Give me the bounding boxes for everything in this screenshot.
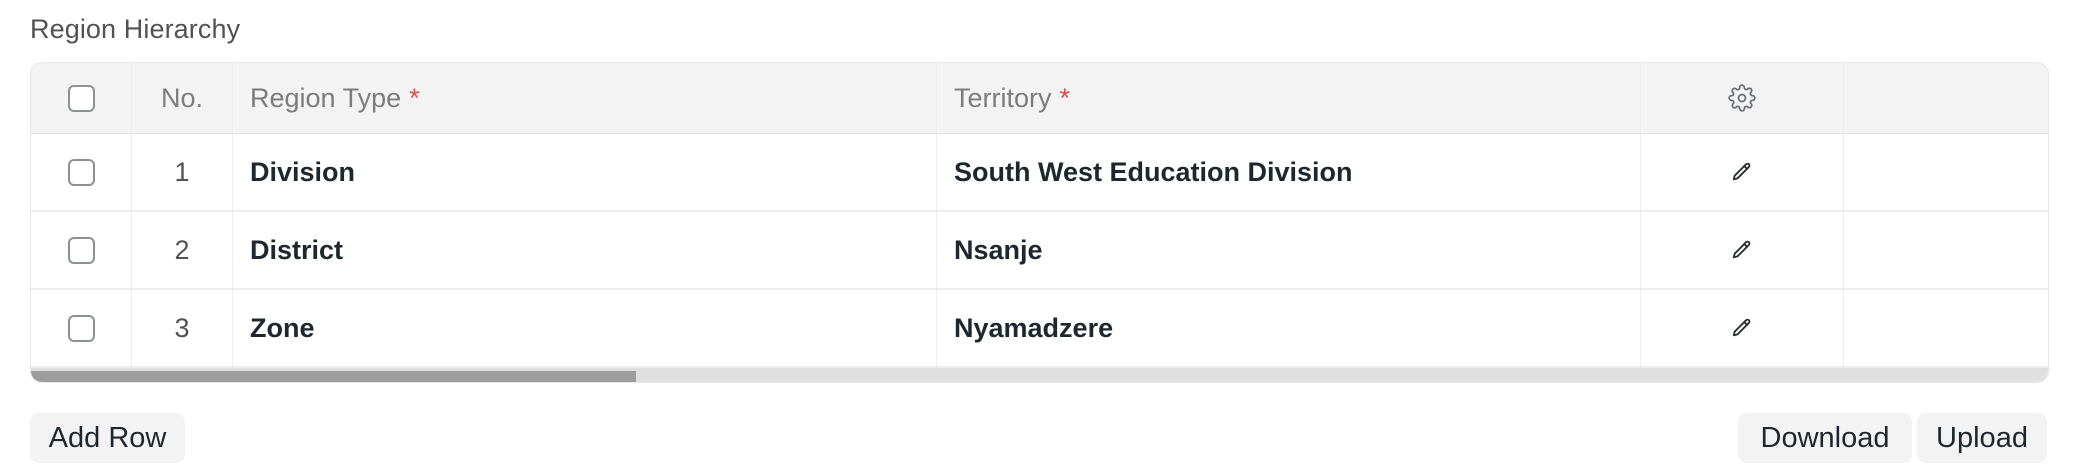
edit-cell bbox=[1641, 290, 1844, 366]
horizontal-scrollbar[interactable] bbox=[31, 368, 2048, 382]
upload-button[interactable]: Upload bbox=[1917, 413, 2047, 463]
row-checkbox[interactable] bbox=[67, 236, 95, 264]
column-header-region-type: Region Type * bbox=[233, 63, 937, 133]
pencil-icon[interactable] bbox=[1731, 239, 1753, 261]
table-row[interactable]: 3 Zone Nyamadzere bbox=[31, 290, 2048, 368]
settings-cell bbox=[1641, 63, 1844, 133]
row-checkbox[interactable] bbox=[67, 158, 95, 186]
row-number: 2 bbox=[132, 212, 233, 288]
gear-icon[interactable] bbox=[1728, 84, 1756, 112]
row-number: 1 bbox=[132, 134, 233, 210]
table-row[interactable]: 1 Division South West Education Division bbox=[31, 134, 2048, 212]
add-row-button[interactable]: Add Row bbox=[30, 413, 185, 463]
territory-cell[interactable]: Nsanje bbox=[937, 212, 1641, 288]
row-select-cell bbox=[31, 134, 132, 210]
required-marker: * bbox=[409, 82, 420, 113]
section-label: Region Hierarchy bbox=[30, 14, 241, 44]
region-type-cell[interactable]: District bbox=[233, 212, 937, 288]
row-filler bbox=[1844, 212, 2048, 288]
territory-cell[interactable]: South West Education Division bbox=[937, 134, 1641, 210]
row-checkbox[interactable] bbox=[67, 314, 95, 342]
edit-cell bbox=[1641, 212, 1844, 288]
row-select-cell bbox=[31, 212, 132, 288]
column-header-territory: Territory * bbox=[937, 63, 1641, 133]
select-all-cell bbox=[31, 63, 132, 133]
table-header-row: No. Region Type * Territory * bbox=[31, 63, 2048, 134]
row-number: 3 bbox=[132, 290, 233, 366]
column-header-no-label: No. bbox=[160, 82, 204, 113]
download-button[interactable]: Download bbox=[1738, 413, 1912, 463]
scrollbar-thumb[interactable] bbox=[31, 371, 636, 382]
pencil-icon[interactable] bbox=[1731, 161, 1753, 183]
region-type-cell[interactable]: Zone bbox=[233, 290, 937, 366]
territory-cell[interactable]: Nyamadzere bbox=[937, 290, 1641, 366]
column-header-no: No. bbox=[132, 63, 233, 133]
column-header-territory-label: Territory bbox=[954, 82, 1052, 113]
required-marker: * bbox=[1059, 82, 1071, 113]
column-header-region-type-label: Region Type bbox=[250, 82, 402, 113]
table-row[interactable]: 2 District Nsanje bbox=[31, 212, 2048, 290]
edit-cell bbox=[1641, 134, 1844, 210]
region-hierarchy-table: No. Region Type * Territory * 1 Division… bbox=[30, 62, 2049, 383]
select-all-checkbox[interactable] bbox=[67, 84, 95, 112]
pencil-icon[interactable] bbox=[1731, 317, 1753, 339]
row-select-cell bbox=[31, 290, 132, 366]
region-type-cell[interactable]: Division bbox=[233, 134, 937, 210]
row-filler bbox=[1844, 290, 2048, 366]
header-filler bbox=[1844, 63, 2048, 133]
row-filler bbox=[1844, 134, 2048, 210]
